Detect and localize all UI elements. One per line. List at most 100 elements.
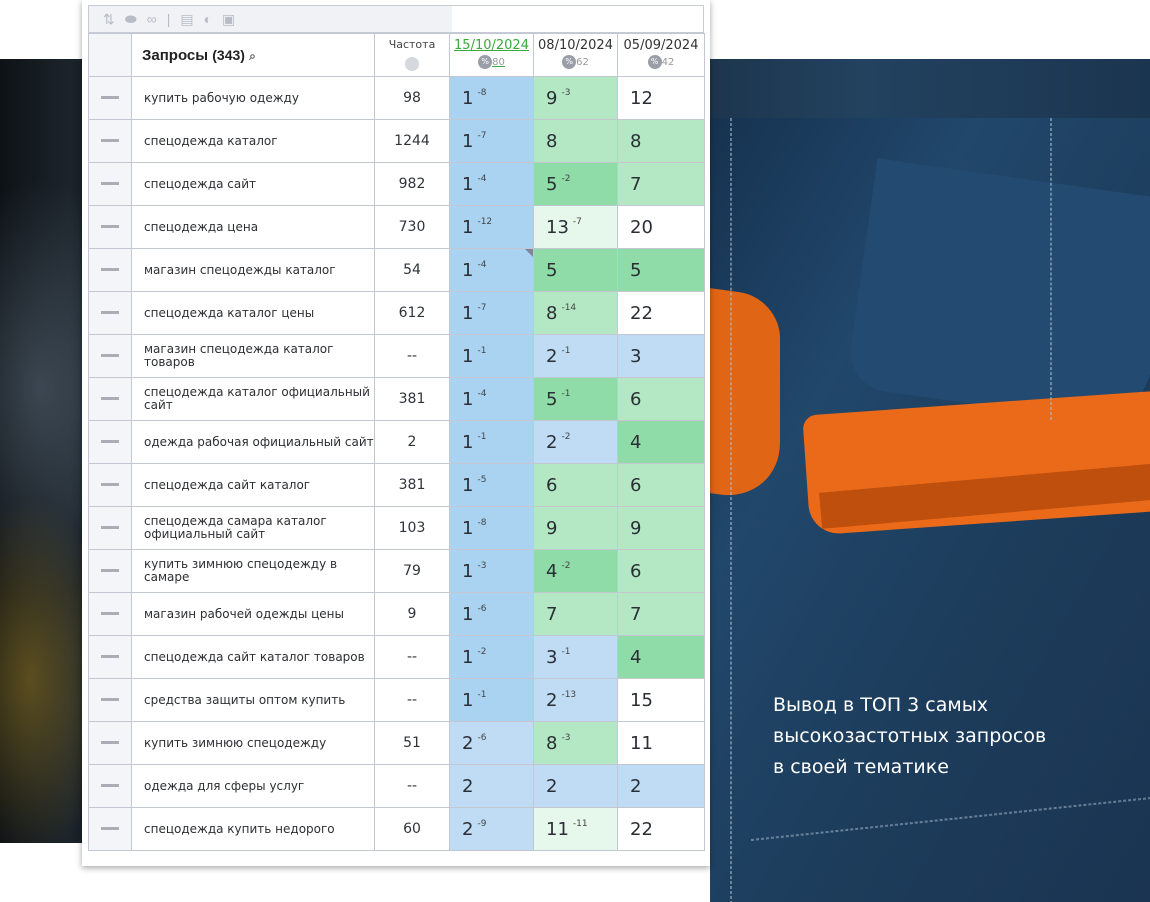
position-value: 4 bbox=[546, 560, 558, 582]
dash-icon[interactable] bbox=[101, 96, 119, 100]
dash-icon[interactable] bbox=[101, 569, 119, 573]
position-cell: 1 -4 bbox=[449, 377, 534, 421]
position-cell: 9 bbox=[617, 506, 705, 550]
jacket-fold bbox=[845, 158, 1150, 428]
table-row[interactable]: купить рабочую одежду 98 1 -8 9 -3 12 bbox=[88, 76, 705, 120]
dash-icon[interactable] bbox=[101, 784, 119, 788]
position-value: 1 bbox=[462, 431, 474, 453]
position-value: 5 bbox=[546, 173, 558, 195]
position-cell: 1 -5 bbox=[449, 463, 534, 507]
position-cell: 1 -7 bbox=[449, 119, 534, 163]
row-control-cell[interactable] bbox=[88, 463, 132, 507]
dash-icon[interactable] bbox=[101, 225, 119, 229]
position-cell: 11 bbox=[617, 721, 705, 765]
dash-icon[interactable] bbox=[101, 354, 119, 358]
row-control-cell[interactable] bbox=[88, 807, 132, 851]
row-control-cell[interactable] bbox=[88, 291, 132, 335]
position-change: -4 bbox=[477, 259, 487, 270]
table-row[interactable]: спецодежда сайт каталог 381 1 -5 6 6 bbox=[88, 463, 705, 507]
row-control-cell[interactable] bbox=[88, 248, 132, 292]
percent-icon: % bbox=[478, 55, 493, 69]
dash-icon[interactable] bbox=[101, 139, 119, 143]
position-value: 2 bbox=[462, 775, 474, 797]
position-cell: 2 -2 bbox=[533, 420, 618, 464]
position-value: 22 bbox=[630, 818, 653, 840]
dash-icon[interactable] bbox=[101, 526, 119, 530]
dash-icon[interactable] bbox=[101, 741, 119, 745]
frequency-header[interactable]: Частота bbox=[374, 33, 450, 77]
row-control-cell[interactable] bbox=[88, 635, 132, 679]
dash-icon[interactable] bbox=[101, 698, 119, 702]
position-cell: 2 bbox=[533, 764, 618, 808]
table-row[interactable]: спецодежда каталог цены 612 1 -7 8 -14 22 bbox=[88, 291, 705, 335]
position-value: 3 bbox=[546, 646, 558, 668]
date-label[interactable]: 15/10/2024 bbox=[454, 38, 529, 53]
dash-icon[interactable] bbox=[101, 182, 119, 186]
table-row[interactable]: спецодежда самара каталог официальный са… bbox=[88, 506, 705, 550]
row-control-cell[interactable] bbox=[88, 721, 132, 765]
table-row[interactable]: спецодежда каталог официальный сайт 381 1-… bbox=[88, 377, 705, 421]
stitch-line bbox=[730, 118, 732, 902]
dash-icon[interactable] bbox=[101, 612, 119, 616]
position-cell: 4 -2 bbox=[533, 549, 618, 593]
position-cell: 1 -1 bbox=[449, 420, 534, 464]
queries-header[interactable]: Запросы (343) ⌕ bbox=[131, 33, 375, 77]
link-icon[interactable]: ∞ bbox=[147, 11, 157, 27]
row-control-cell[interactable] bbox=[88, 119, 132, 163]
table-row[interactable]: спецодежда сайт 982 1 -4 5 -2 7 bbox=[88, 162, 705, 206]
date-header-3[interactable]: 05/09/2024 % 42 bbox=[617, 33, 705, 77]
position-change: -1 bbox=[477, 431, 487, 442]
table-row[interactable]: купить зимнюю спецодежду 51 2 -6 8 -3 11 bbox=[88, 721, 705, 765]
position-value: 5 bbox=[630, 259, 642, 281]
table-row[interactable]: спецодежда цена 730 1 -12 13 -7 20 bbox=[88, 205, 705, 249]
table-row[interactable]: спецодежда каталог 1244 1 -7 8 8 bbox=[88, 119, 705, 163]
search-icon[interactable]: ⌕ bbox=[249, 49, 256, 63]
dash-icon[interactable] bbox=[101, 827, 119, 831]
table-row[interactable]: средства защиты оптом купить -- 1 -1 2 -13 15 bbox=[88, 678, 705, 722]
table-row[interactable]: магазин рабочей одежды цены 9 1 -6 7 7 bbox=[88, 592, 705, 636]
position-cell: 22 bbox=[617, 807, 705, 851]
position-cell: 1 -4 bbox=[449, 162, 534, 206]
date-header-2[interactable]: 08/10/2024 % 62 bbox=[533, 33, 618, 77]
row-control-cell[interactable] bbox=[88, 377, 132, 421]
row-control-cell[interactable] bbox=[88, 506, 132, 550]
table-row[interactable]: магазин спецодежды каталог 54 1 -4 5 5 bbox=[88, 248, 705, 292]
dash-icon[interactable] bbox=[101, 440, 119, 444]
row-control-cell[interactable] bbox=[88, 549, 132, 593]
row-control-cell[interactable] bbox=[88, 678, 132, 722]
position-value: 4 bbox=[630, 646, 642, 668]
dash-icon[interactable] bbox=[101, 311, 119, 315]
export-icon[interactable]: ▤ bbox=[180, 11, 193, 28]
table-row[interactable]: одежда для сферы услуг -- 2 2 2 bbox=[88, 764, 705, 808]
table-row[interactable]: купить зимнюю спецодежду в самаре 79 1 -3 4-… bbox=[88, 549, 705, 593]
dash-icon[interactable] bbox=[101, 397, 119, 401]
position-value: 15 bbox=[630, 689, 653, 711]
position-change: -2 bbox=[561, 173, 571, 184]
contrast-icon[interactable]: ◐ bbox=[204, 11, 212, 27]
position-cell: 2 -9 bbox=[449, 807, 534, 851]
position-value: 1 bbox=[462, 560, 474, 582]
position-change: -1 bbox=[477, 345, 487, 356]
dash-icon[interactable] bbox=[101, 268, 119, 272]
row-control-cell[interactable] bbox=[88, 764, 132, 808]
position-change: -13 bbox=[561, 689, 577, 700]
table-row[interactable]: одежда рабочая официальный сайт 2 1 -1 2 -2 4 bbox=[88, 420, 705, 464]
dash-icon[interactable] bbox=[101, 655, 119, 659]
row-control-cell[interactable] bbox=[88, 76, 132, 120]
row-control-cell[interactable] bbox=[88, 205, 132, 249]
row-control-cell[interactable] bbox=[88, 420, 132, 464]
sort-icon[interactable]: ⇅ bbox=[103, 11, 115, 28]
toggle-icon[interactable]: ⬬ bbox=[125, 11, 137, 28]
position-cell: 1 -2 bbox=[449, 635, 534, 679]
table-row[interactable]: спецодежда купить недорого 60 2 -9 11 -11 22 bbox=[88, 807, 705, 851]
date-header-1[interactable]: 15/10/2024 % 80 bbox=[449, 33, 534, 77]
table-row[interactable]: спецодежда сайт каталог товаров -- 1 -2 3 -1 4 bbox=[88, 635, 705, 679]
row-control-cell[interactable] bbox=[88, 592, 132, 636]
row-control-cell[interactable] bbox=[88, 162, 132, 206]
row-control-cell[interactable] bbox=[88, 334, 132, 378]
dash-icon[interactable] bbox=[101, 483, 119, 487]
position-cell: 4 bbox=[617, 420, 705, 464]
table-row[interactable]: магазин спецодежда каталог товаров -- 1 -1 2… bbox=[88, 334, 705, 378]
font-icon[interactable]: ▣ bbox=[222, 11, 235, 28]
caption-line: Вывод в ТОП 3 самых bbox=[773, 694, 988, 716]
